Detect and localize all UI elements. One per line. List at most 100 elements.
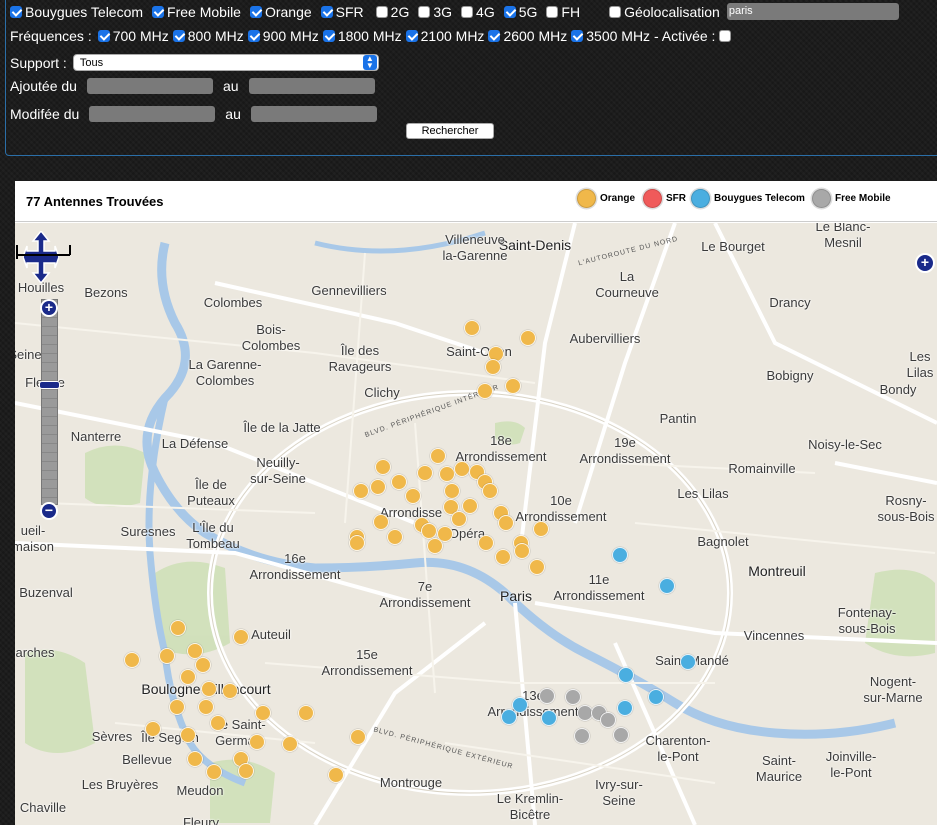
tech-2g-option[interactable]: 2G [375, 4, 409, 20]
antenna-marker-orange[interactable] [124, 652, 140, 668]
tech-fh-option[interactable]: FH [546, 4, 580, 20]
antenna-marker-orange[interactable] [238, 763, 254, 779]
antenna-marker-orange[interactable] [353, 483, 369, 499]
antenna-marker-orange[interactable] [391, 474, 407, 490]
antenna-marker-orange[interactable] [210, 715, 226, 731]
freq-2100-mhz-checkbox[interactable] [405, 30, 418, 42]
freq-900-mhz-option[interactable]: 900 MHz [247, 28, 319, 44]
geolocation-checkbox[interactable] [609, 5, 622, 18]
tech-5g-checkbox[interactable] [503, 5, 516, 18]
antenna-marker-orange[interactable] [485, 359, 501, 375]
antenna-marker-orange[interactable] [529, 559, 545, 575]
antenna-marker-orange[interactable] [350, 729, 366, 745]
antenna-marker-free[interactable] [600, 712, 616, 728]
freq-900-mhz-checkbox[interactable] [247, 30, 260, 42]
antenna-marker-orange[interactable] [373, 514, 389, 530]
search-button[interactable]: Rechercher [406, 123, 494, 139]
antenna-marker-orange[interactable] [421, 523, 437, 539]
tech-fh-checkbox[interactable] [546, 5, 559, 18]
antenna-marker-orange[interactable] [328, 767, 344, 783]
antenna-marker-bouygues[interactable] [541, 710, 557, 726]
operator-bouygues-telecom-checkbox[interactable] [10, 5, 22, 18]
antenna-marker-orange[interactable] [520, 330, 536, 346]
antenna-marker-orange[interactable] [349, 535, 365, 551]
antenna-marker-orange[interactable] [405, 488, 421, 504]
antenna-marker-orange[interactable] [195, 657, 211, 673]
antenna-marker-orange[interactable] [249, 734, 265, 750]
antenna-marker-orange[interactable] [514, 543, 530, 559]
operator-orange-option[interactable]: Orange [249, 4, 312, 20]
antenna-marker-orange[interactable] [482, 483, 498, 499]
activated-checkbox[interactable] [719, 30, 732, 42]
antenna-marker-orange[interactable] [169, 699, 185, 715]
antenna-marker-orange[interactable] [206, 764, 222, 780]
antenna-marker-orange[interactable] [282, 736, 298, 752]
support-select[interactable]: Tous ▲ ▼ [72, 54, 379, 71]
antenna-marker-orange[interactable] [498, 515, 514, 531]
added-from-field[interactable] [86, 78, 213, 94]
operator-free-mobile-checkbox[interactable] [152, 5, 165, 18]
tech-5g-option[interactable]: 5G [503, 4, 537, 20]
geolocation-input[interactable]: paris [726, 3, 899, 20]
freq-3500-mhz-activ-e-option[interactable]: 3500 MHz - Activée : [571, 28, 715, 44]
antenna-marker-free[interactable] [539, 688, 555, 704]
antenna-marker-orange[interactable] [201, 681, 217, 697]
freq-1800-mhz-checkbox[interactable] [322, 30, 335, 42]
antenna-marker-orange[interactable] [180, 727, 196, 743]
geolocation-option[interactable]: Géolocalisation [609, 4, 720, 20]
antenna-marker-bouygues[interactable] [612, 547, 628, 563]
zoom-out-button[interactable]: − [40, 502, 58, 520]
antenna-marker-orange[interactable] [255, 705, 271, 721]
antenna-marker-orange[interactable] [198, 699, 214, 715]
antenna-marker-orange[interactable] [222, 683, 238, 699]
antenna-marker-orange[interactable] [387, 529, 403, 545]
zoom-slider-track[interactable] [41, 299, 58, 505]
freq-1800-mhz-option[interactable]: 1800 MHz [322, 28, 402, 44]
zoom-in-button[interactable]: + [40, 299, 58, 317]
antenna-marker-orange[interactable] [454, 461, 470, 477]
antenna-marker-bouygues[interactable] [680, 654, 696, 670]
added-to-field[interactable] [248, 78, 375, 94]
zoom-slider-thumb[interactable] [39, 381, 60, 389]
tech-3g-option[interactable]: 3G [418, 4, 452, 20]
antenna-marker-orange[interactable] [495, 549, 511, 565]
freq-800-mhz-checkbox[interactable] [172, 30, 185, 42]
freq-3500-mhz-activ-e-checkbox[interactable] [571, 30, 584, 42]
antenna-marker-orange[interactable] [145, 721, 161, 737]
antenna-marker-orange[interactable] [170, 620, 186, 636]
antenna-marker-orange[interactable] [451, 511, 467, 527]
antenna-marker-bouygues[interactable] [618, 667, 634, 683]
operator-sfr-checkbox[interactable] [320, 5, 333, 18]
freq-700-mhz-checkbox[interactable] [97, 30, 110, 42]
antenna-marker-orange[interactable] [180, 669, 196, 685]
antenna-marker-bouygues[interactable] [501, 709, 517, 725]
antenna-marker-orange[interactable] [430, 448, 446, 464]
tech-2g-checkbox[interactable] [375, 5, 388, 18]
antenna-marker-orange[interactable] [505, 378, 521, 394]
antenna-marker-free[interactable] [613, 727, 629, 743]
antenna-marker-orange[interactable] [427, 538, 443, 554]
antenna-marker-orange[interactable] [370, 479, 386, 495]
modified-from-field[interactable] [89, 106, 216, 122]
antenna-marker-bouygues[interactable] [648, 689, 664, 705]
modified-to-field[interactable] [250, 106, 377, 122]
antenna-marker-orange[interactable] [417, 465, 433, 481]
antenna-marker-orange[interactable] [159, 648, 175, 664]
antenna-marker-orange[interactable] [462, 498, 478, 514]
freq-2600-mhz-option[interactable]: 2600 MHz [488, 28, 567, 44]
antenna-marker-bouygues[interactable] [659, 578, 675, 594]
layer-switcher-button[interactable]: + [915, 253, 935, 273]
antenna-marker-orange[interactable] [464, 320, 480, 336]
freq-800-mhz-option[interactable]: 800 MHz [172, 28, 244, 44]
antenna-marker-orange[interactable] [298, 705, 314, 721]
antenna-marker-orange[interactable] [187, 751, 203, 767]
antenna-marker-orange[interactable] [478, 535, 494, 551]
operator-bouygues-telecom-option[interactable]: Bouygues Telecom [10, 4, 143, 20]
antenna-marker-orange[interactable] [477, 383, 493, 399]
antenna-marker-orange[interactable] [533, 521, 549, 537]
tech-4g-checkbox[interactable] [461, 5, 474, 18]
antenna-marker-orange[interactable] [439, 466, 455, 482]
tech-3g-checkbox[interactable] [418, 5, 431, 18]
freq-700-mhz-option[interactable]: 700 MHz [97, 28, 169, 44]
antenna-marker-orange[interactable] [444, 483, 460, 499]
